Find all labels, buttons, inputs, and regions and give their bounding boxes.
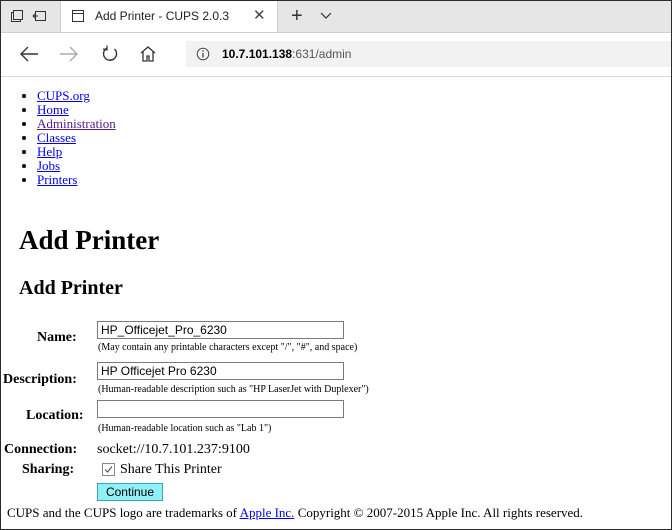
page-content: CUPS.org Home Administration Classes Hel… xyxy=(1,77,671,529)
nav-link-cups-org[interactable]: CUPS.org xyxy=(37,88,90,103)
nav-link-printers[interactable]: Printers xyxy=(37,172,77,187)
url-text[interactable]: 10.7.101.138:631/admin xyxy=(222,47,351,61)
chevron-down-icon[interactable] xyxy=(319,8,333,27)
name-hint: (May contain any printable characters ex… xyxy=(98,342,358,353)
back-arrow-icon[interactable] xyxy=(19,45,39,68)
page-icon xyxy=(71,9,85,28)
refresh-icon[interactable] xyxy=(101,45,119,68)
description-label: Description: xyxy=(3,372,77,387)
connection-label: Connection: xyxy=(4,442,78,457)
tab-bar: Add Printer - CUPS 2.0.3 ✕ + xyxy=(1,1,671,33)
nav-link-jobs[interactable]: Jobs xyxy=(37,158,60,173)
name-field[interactable]: HP_Officejet_Pro_6230 xyxy=(97,321,344,339)
list-item: Administration xyxy=(37,117,116,131)
url-path: :631/admin xyxy=(292,47,352,61)
nav-link-home[interactable]: Home xyxy=(37,102,69,117)
list-item: Jobs xyxy=(37,159,116,173)
nav-link-administration[interactable]: Administration xyxy=(37,116,116,131)
share-printer-checkbox[interactable] xyxy=(102,463,115,476)
share-printer-text[interactable]: Share This Printer xyxy=(120,462,222,478)
footer-copyright: Copyright © 2007-2015 Apple Inc. All rig… xyxy=(297,505,584,520)
footer-prefix: CUPS and the CUPS logo are trademarks of xyxy=(7,505,238,520)
name-label: Name: xyxy=(37,330,77,345)
list-item: Printers xyxy=(37,173,116,187)
browser-window: Add Printer - CUPS 2.0.3 ✕ + 10.7.101.13… xyxy=(0,0,672,530)
page-title: Add Printer xyxy=(19,225,160,255)
set-tabs-aside-icon[interactable] xyxy=(32,8,48,24)
site-nav-list: CUPS.org Home Administration Classes Hel… xyxy=(15,89,116,187)
url-host: 10.7.101.138 xyxy=(222,47,293,61)
apple-inc-link[interactable]: Apple Inc. xyxy=(240,505,295,520)
tab-title: Add Printer - CUPS 2.0.3 xyxy=(95,9,230,23)
nav-link-classes[interactable]: Classes xyxy=(37,130,76,145)
address-bar[interactable]: 10.7.101.138:631/admin xyxy=(186,41,671,67)
location-hint: (Human-readable location such as "Lab 1"… xyxy=(98,423,272,434)
description-hint: (Human-readable description such as "HP … xyxy=(98,384,369,395)
list-item: Home xyxy=(37,103,116,117)
nav-link-help[interactable]: Help xyxy=(37,144,62,159)
list-item: Help xyxy=(37,145,116,159)
home-icon[interactable] xyxy=(139,45,157,68)
connection-value: socket://10.7.101.237:9100 xyxy=(97,442,250,457)
close-tab-icon[interactable]: ✕ xyxy=(253,7,266,25)
footer-text: CUPS and the CUPS logo are trademarks of… xyxy=(7,505,583,521)
navigation-bar: 10.7.101.138:631/admin xyxy=(1,33,671,77)
description-field[interactable]: HP Officejet Pro 6230 xyxy=(97,362,344,380)
sharing-label: Sharing: xyxy=(22,462,75,477)
location-field[interactable] xyxy=(97,400,344,418)
new-tab-button[interactable]: + xyxy=(291,4,303,28)
list-item: CUPS.org xyxy=(37,89,116,103)
tab-actions-icon[interactable] xyxy=(9,8,25,24)
list-item: Classes xyxy=(37,131,116,145)
info-icon[interactable] xyxy=(196,47,210,66)
active-tab[interactable]: Add Printer - CUPS 2.0.3 ✕ xyxy=(60,1,278,32)
location-label: Location: xyxy=(26,408,84,423)
forward-arrow-icon[interactable] xyxy=(59,45,79,68)
continue-button[interactable]: Continue xyxy=(97,483,163,501)
section-title: Add Printer xyxy=(19,277,123,299)
